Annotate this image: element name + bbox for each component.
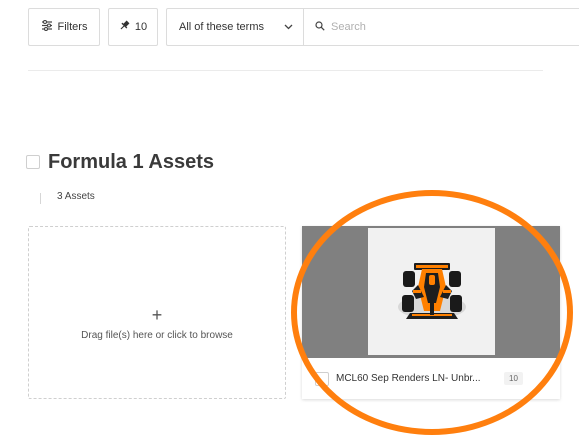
pin-count: 10 <box>134 21 148 33</box>
section-select-checkbox[interactable] <box>26 155 40 169</box>
upload-dropzone[interactable]: + Drag file(s) here or click to browse <box>28 226 286 399</box>
asset-select-checkbox[interactable] <box>315 371 329 386</box>
dropzone-text: Drag file(s) here or click to browse <box>81 330 233 341</box>
asset-badge: 10 <box>504 372 523 385</box>
filters-label: Filters <box>57 21 88 33</box>
asset-thumbnail-area <box>302 226 560 358</box>
chevron-down-icon <box>284 21 293 33</box>
section-title: Formula 1 Assets <box>48 151 214 173</box>
plus-icon: + <box>151 305 163 325</box>
count-divider <box>40 193 41 204</box>
terms-select[interactable]: All of these terms <box>167 9 304 45</box>
asset-name[interactable]: MCL60 Sep Renders LN- Unbr... <box>336 373 486 384</box>
search-icon <box>315 18 325 36</box>
search-field <box>304 18 579 36</box>
asset-card-footer: MCL60 Sep Renders LN- Unbr... 10 <box>302 358 560 399</box>
terms-select-value: All of these terms <box>179 21 264 33</box>
asset-thumbnail[interactable] <box>368 228 495 355</box>
search-group: All of these terms <box>166 8 579 46</box>
divider <box>28 70 543 71</box>
asset-card[interactable]: MCL60 Sep Renders LN- Unbr... 10 <box>302 226 560 399</box>
asset-count: 3 Assets <box>57 191 95 202</box>
sliders-icon <box>41 19 53 34</box>
pin-icon <box>119 20 130 34</box>
race-car-image <box>397 262 466 319</box>
filters-button[interactable]: Filters <box>28 8 100 46</box>
pin-button[interactable]: 10 <box>108 8 158 46</box>
search-input[interactable] <box>331 21 531 33</box>
